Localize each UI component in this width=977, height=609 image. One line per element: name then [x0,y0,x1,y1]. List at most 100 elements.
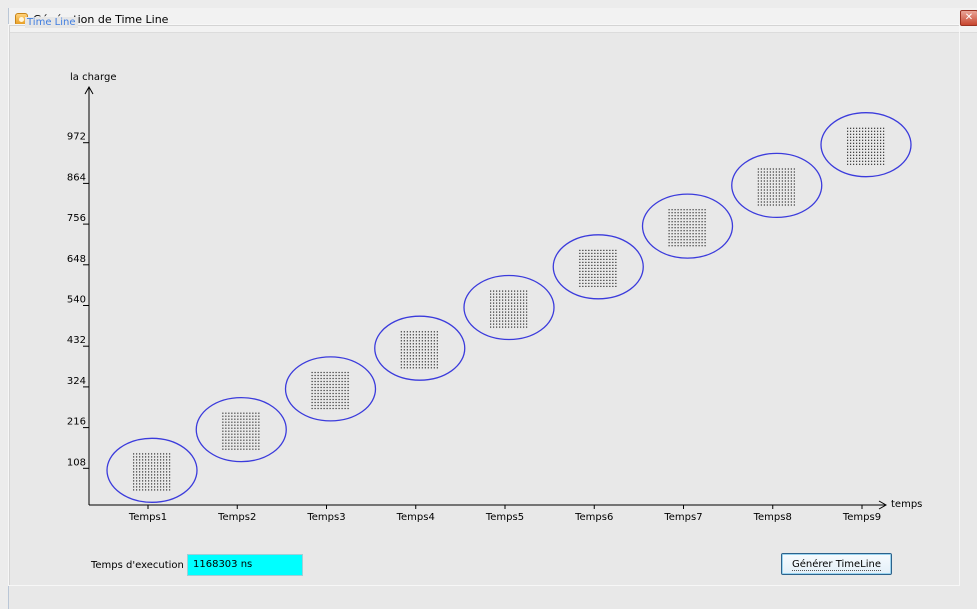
point-dot [222,418,224,420]
point-dot [588,285,590,287]
point-dot [433,331,435,333]
point-dot [579,255,581,257]
point-dot [588,255,590,257]
point-ellipse [284,356,377,422]
point-dot [169,465,171,467]
point-dot [704,209,706,211]
point-dot [154,465,156,467]
point-dot [139,468,141,470]
point-dot [668,239,670,241]
point-dot [400,337,402,339]
point-dot [689,227,691,229]
point-dot [400,343,402,345]
point-dot [769,201,771,203]
point-dot [763,171,765,173]
point-dot [145,486,147,488]
point-dot [514,299,516,301]
point-dot [763,168,765,170]
point-dot [686,245,688,247]
point-dot [859,139,861,141]
point-dot [145,465,147,467]
point-dot [612,273,614,275]
point-dot [148,456,150,458]
point-dot [883,136,885,138]
point-dot [502,305,504,307]
point-dot [255,436,257,438]
point-dot [237,421,239,423]
point-dot [689,224,691,226]
point-dot [847,148,849,150]
point-dot [591,264,593,266]
point-dot [228,418,230,420]
point-dot [136,486,138,488]
point-dot [600,261,602,263]
point-dot [320,401,322,404]
point-dot [523,305,525,307]
point-ellipse [463,274,555,341]
point-dot [145,477,147,479]
point-dot [772,171,774,173]
point-dot [689,212,691,214]
point-dot [579,276,581,278]
point-dot [769,195,771,197]
point-dot [139,471,141,473]
point-dot [502,290,504,292]
point-dot [874,127,876,129]
point-dot [320,389,322,392]
point-dot [609,285,611,287]
point-dot [335,371,337,374]
point-dot [133,468,135,470]
x-tick-label: Temps9 [842,512,881,523]
point-dot [493,320,495,322]
point-dot [674,221,676,223]
point-dot [166,480,168,482]
point-dot [600,285,602,287]
point-dot [784,168,786,170]
point-dot [582,261,584,263]
point-dot [615,258,617,260]
point-dot [418,358,420,360]
point-dot [436,355,438,357]
point-dot [704,221,706,223]
generate-timeline-button[interactable]: Générer TimeLine [781,553,892,575]
point-dot [597,276,599,278]
point-dot [320,407,322,410]
point-dot [683,230,685,232]
point-dot [585,261,587,263]
point-dot [847,139,849,141]
point-dot [615,249,617,251]
point-dot [865,145,867,147]
point-dot [332,398,334,401]
point-dot [704,227,706,229]
point-dot [847,151,849,153]
point-dot [258,418,260,420]
point-dot [311,380,313,383]
point-dot [615,267,617,269]
point-dot [154,480,156,482]
point-dot [332,374,334,377]
point-dot [594,285,596,287]
point-dot [769,192,771,194]
point-dot [222,448,224,450]
point-dot [329,401,331,404]
point-dot [421,355,423,357]
point-dot [430,358,432,360]
point-dot [787,189,789,191]
point-dot [757,192,759,194]
point-dot [698,230,700,232]
point-dot [166,468,168,470]
point-dot [695,209,697,211]
point-dot [591,273,593,275]
point-dot [249,421,251,423]
point-dot [757,198,759,200]
point-dot [775,192,777,194]
point-dot [142,462,144,464]
point-dot [142,465,144,467]
point-dot [877,136,879,138]
point-dot [508,302,510,304]
point-dot [169,483,171,485]
point-dot [793,192,795,194]
point-dot [526,293,528,295]
point-dot [769,180,771,182]
point-dot [671,215,673,217]
